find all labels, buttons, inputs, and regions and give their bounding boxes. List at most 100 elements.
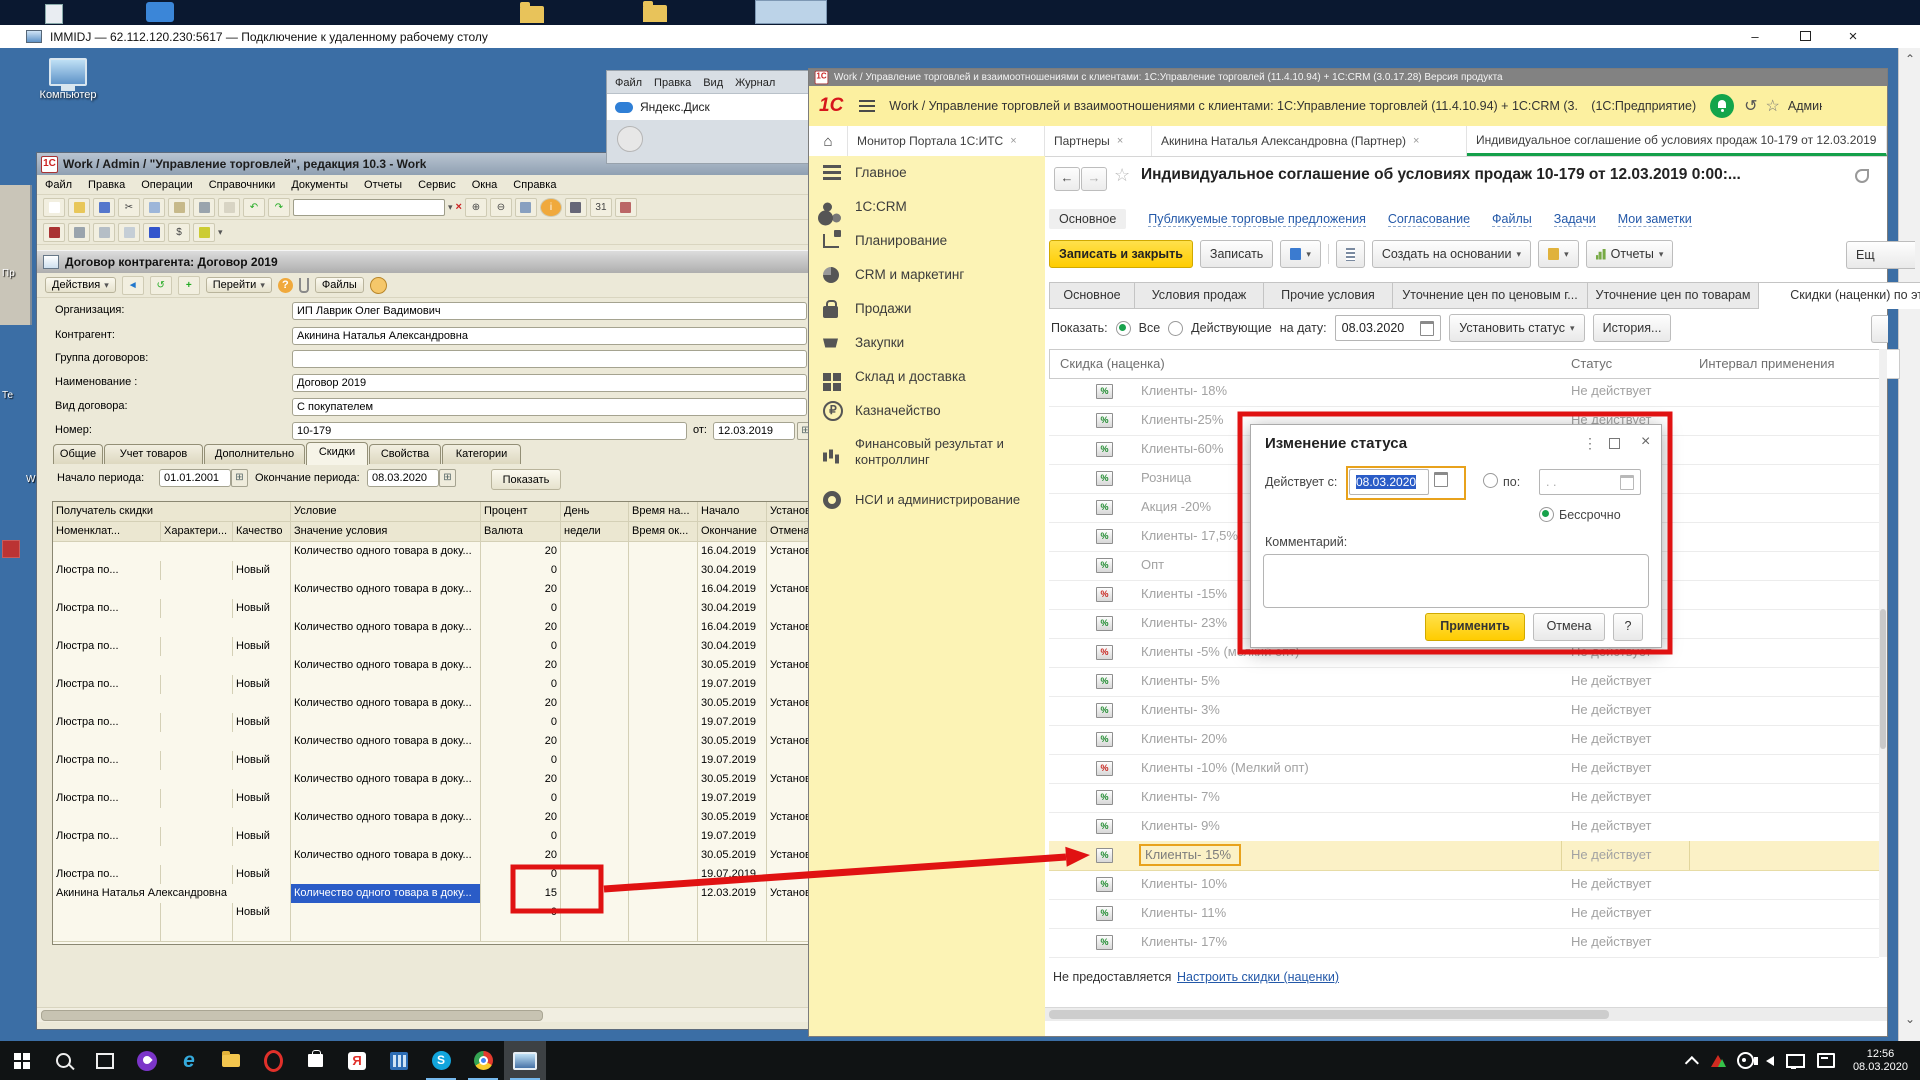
grid-cell[interactable]: Люстра по...: [53, 561, 161, 581]
print-form-icon[interactable]: [68, 223, 90, 242]
grid-cell[interactable]: Люстра по...: [53, 599, 161, 619]
scroll-down-arrow[interactable]: ⌄: [1899, 1012, 1920, 1026]
scrollbar-thumb[interactable]: [1049, 1010, 1609, 1019]
calendar-icon[interactable]: [1620, 475, 1634, 490]
contract-doc-titlebar[interactable]: Договор контрагента: Договор 2019: [37, 250, 813, 273]
info-icon[interactable]: i: [540, 198, 562, 217]
taxi-hscrollbar[interactable]: [1045, 1007, 1887, 1021]
menu-item[interactable]: Файл: [37, 179, 80, 191]
grid-cell[interactable]: 19.07.2019: [698, 827, 767, 847]
menu-item[interactable]: Документы: [283, 179, 356, 191]
save-variants-button[interactable]: ▾: [1280, 240, 1321, 268]
grid-cell[interactable]: [53, 618, 291, 638]
help-icon[interactable]: ?: [278, 278, 293, 293]
grid-cell[interactable]: [767, 637, 810, 657]
edge-taskbar-button[interactable]: e: [168, 1041, 210, 1080]
main-menu-icon[interactable]: [859, 100, 875, 102]
grid-cell[interactable]: [561, 846, 629, 866]
nav-link[interactable]: Публикуемые торговые предложения: [1148, 212, 1366, 227]
tray-expand-icon[interactable]: [1685, 1056, 1699, 1070]
grid-cell[interactable]: 0: [481, 903, 561, 923]
cash-register-icon[interactable]: [193, 223, 215, 242]
field-input[interactable]: Акинина Наталья Александровна: [292, 327, 807, 345]
grid-cell[interactable]: [767, 922, 810, 942]
new-document-icon[interactable]: [43, 198, 65, 217]
tab-close-icon[interactable]: ×: [1010, 135, 1016, 147]
grid-cell[interactable]: [767, 713, 810, 733]
grid-cell[interactable]: 15: [481, 884, 561, 904]
star-icon[interactable]: ☆: [1114, 165, 1130, 186]
subtab-3[interactable]: Прочие условия: [1264, 282, 1393, 309]
tab-home[interactable]: ⌂: [809, 126, 848, 156]
yandex-disk-taskbar-button[interactable]: [126, 1041, 168, 1080]
field-input[interactable]: С покупателем: [292, 398, 807, 416]
notifications-icon[interactable]: [1817, 1053, 1835, 1068]
grid-cell[interactable]: Акинина Наталья Александровна: [53, 884, 291, 904]
column-header-status[interactable]: Статус: [1561, 349, 1710, 379]
tab-Учет товаров[interactable]: Учет товаров: [104, 444, 203, 464]
grid-cell[interactable]: 19.07.2019: [698, 751, 767, 771]
grid-cell[interactable]: [767, 751, 810, 771]
menu-item[interactable]: Окна: [464, 179, 506, 191]
grid-cell[interactable]: Количество одного товара в доку...: [291, 580, 481, 600]
zoom-out-icon[interactable]: ⊖: [490, 198, 512, 217]
grid-cell[interactable]: 19.07.2019: [698, 865, 767, 885]
grid-cell[interactable]: [561, 656, 629, 676]
list-item[interactable]: %Клиенты -10% (Мелкий опт)Не действует: [1049, 754, 1879, 784]
grid-cell[interactable]: [629, 580, 698, 600]
grid-cell[interactable]: 20: [481, 580, 561, 600]
field-input[interactable]: Договор 2019: [292, 374, 807, 392]
grid-cell[interactable]: Установк: [767, 770, 810, 790]
grid-cell[interactable]: [767, 599, 810, 619]
menu-item[interactable]: Сервис: [410, 179, 464, 191]
rdp-vscrollbar[interactable]: ⌃ ⌄: [1898, 48, 1920, 1041]
list-item[interactable]: %Клиенты- 20%Не действует: [1049, 725, 1879, 755]
grid-cell[interactable]: Качество: [233, 522, 291, 542]
grid-cell[interactable]: Люстра по...: [53, 751, 161, 771]
grid-cell[interactable]: День: [561, 502, 629, 522]
grid-cell[interactable]: Количество одного товара в доку...: [291, 808, 481, 828]
grid-cell[interactable]: [629, 637, 698, 657]
grid-cell[interactable]: Новый: [233, 865, 291, 885]
grid-cell[interactable]: [629, 789, 698, 809]
grid-cell[interactable]: [629, 694, 698, 714]
grid-cell[interactable]: [561, 903, 629, 923]
desktop-icon-computer[interactable]: Компьютер: [30, 58, 106, 101]
grid-cell[interactable]: [629, 599, 698, 619]
configure-discounts-link[interactable]: Настроить скидки (наценки): [1177, 970, 1339, 984]
scrollbar-thumb[interactable]: [1880, 609, 1886, 749]
grid-cell[interactable]: [291, 903, 481, 923]
grid-cell[interactable]: 19.07.2019: [698, 789, 767, 809]
filter-date-input[interactable]: 08.03.2020: [1335, 315, 1442, 341]
grid-cell[interactable]: [53, 732, 291, 752]
grid-cell[interactable]: недели: [561, 522, 629, 542]
column-header-interval[interactable]: Интервал применения: [1689, 349, 1900, 379]
grid-cell[interactable]: 20: [481, 694, 561, 714]
grid-cell[interactable]: [53, 922, 161, 942]
tab-Скидки[interactable]: Скидки: [306, 442, 368, 465]
skype-taskbar-button[interactable]: S: [420, 1041, 462, 1080]
tab-Общие[interactable]: Общие: [53, 444, 103, 464]
tab-1[interactable]: Монитор Портала 1С:ИТС×: [848, 126, 1045, 156]
actions-button[interactable]: Действия▾: [45, 277, 116, 293]
list-item[interactable]: %Клиенты- 5%Не действует: [1049, 667, 1879, 697]
button-fragment[interactable]: [1871, 315, 1888, 343]
grid-cell[interactable]: [53, 846, 291, 866]
grid-cell[interactable]: 0: [481, 789, 561, 809]
calendar-icon[interactable]: [1420, 321, 1434, 336]
to-radio[interactable]: [1483, 473, 1498, 488]
grid-cell[interactable]: Начало: [698, 502, 767, 522]
subtab-5[interactable]: Уточнение цен по товарам: [1588, 282, 1759, 309]
grid-cell[interactable]: 0: [481, 865, 561, 885]
grid-cell[interactable]: [767, 675, 810, 695]
reread-icon[interactable]: ◄: [122, 276, 144, 295]
grid-cell[interactable]: Установк: [767, 732, 810, 752]
grid-cell[interactable]: Люстра по...: [53, 713, 161, 733]
duplicate-icon[interactable]: [515, 198, 537, 217]
grid-cell[interactable]: [767, 903, 810, 923]
grid-cell[interactable]: Установк: [767, 656, 810, 676]
list-item[interactable]: %Клиенты- 17%Не действует: [1049, 928, 1879, 958]
grid-cell[interactable]: 0: [481, 637, 561, 657]
add-copy-icon[interactable]: +: [178, 276, 200, 295]
copy-icon[interactable]: [143, 198, 165, 217]
